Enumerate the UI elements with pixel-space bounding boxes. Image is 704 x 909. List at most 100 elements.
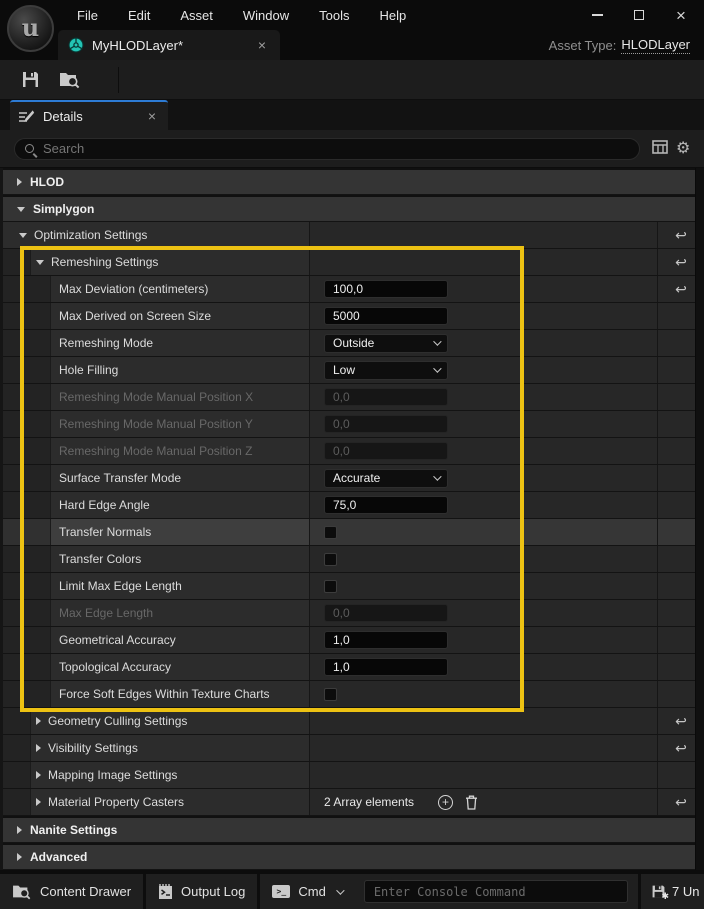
row-visibility-settings[interactable]: Visibility Settings↩: [3, 735, 704, 762]
chevron-down-icon[interactable]: [17, 207, 25, 212]
row-geometry-culling-settings[interactable]: Geometry Culling Settings↩: [3, 708, 704, 735]
max-deviation-reset-button[interactable]: ↩: [675, 282, 687, 296]
add-array-element-icon[interactable]: +: [438, 795, 453, 810]
optimization-settings-reset-button[interactable]: ↩: [675, 228, 687, 242]
category-label: Simplygon: [33, 202, 94, 216]
maximize-button[interactable]: [622, 2, 656, 28]
search-input[interactable]: [43, 141, 629, 156]
display-filter-icon[interactable]: [652, 140, 668, 157]
details-tab-close-icon[interactable]: ×: [144, 109, 160, 123]
content-drawer-button[interactable]: Content Drawer: [0, 874, 143, 909]
property-label: Surface Transfer Mode: [59, 471, 181, 485]
chevron-right-icon[interactable]: [36, 798, 41, 806]
row-optimization-settings[interactable]: Optimization Settings↩: [3, 222, 704, 249]
row-force-soft-edges-within-texture-charts[interactable]: Force Soft Edges Within Texture Charts: [3, 681, 704, 708]
chevron-right-icon[interactable]: [36, 744, 41, 752]
delete-array-icon[interactable]: [465, 795, 478, 810]
row-max-derived-on-screen-size[interactable]: Max Derived on Screen Size5000: [3, 303, 704, 330]
row-transfer-normals[interactable]: Transfer Normals: [3, 519, 704, 546]
row-limit-max-edge-length[interactable]: Limit Max Edge Length: [3, 573, 704, 600]
menu-tools[interactable]: Tools: [304, 8, 364, 23]
transfer-colors-checkbox[interactable]: [324, 553, 337, 566]
row-max-edge-length[interactable]: Max Edge Length0,0: [3, 600, 704, 627]
material-property-casters-reset-button[interactable]: ↩: [675, 795, 687, 809]
browse-to-asset-button[interactable]: [50, 63, 90, 97]
chevron-right-icon[interactable]: [36, 771, 41, 779]
remeshing-mode-manual-position-z-input[interactable]: 0,0: [324, 442, 448, 460]
asset-tab-close-icon[interactable]: ×: [254, 38, 270, 52]
minimize-button[interactable]: [580, 2, 614, 28]
chevron-right-icon[interactable]: [36, 717, 41, 725]
row-max-deviation[interactable]: Max Deviation (centimeters)100,0↩: [3, 276, 704, 303]
force-soft-edges-within-texture-charts-checkbox[interactable]: [324, 688, 337, 701]
row-mapping-image-settings[interactable]: Mapping Image Settings: [3, 762, 704, 789]
row-nanite-settings[interactable]: Nanite Settings: [3, 816, 704, 843]
asset-tab-myhlodlayer[interactable]: MyHLODLayer* ×: [58, 30, 280, 60]
property-label: Hard Edge Angle: [59, 498, 150, 512]
hard-edge-angle-input[interactable]: 75,0: [324, 496, 448, 514]
row-transfer-colors[interactable]: Transfer Colors: [3, 546, 704, 573]
chevron-right-icon[interactable]: [17, 826, 22, 834]
close-button[interactable]: ×: [664, 2, 698, 28]
row-hole-filling[interactable]: Hole FillingLow: [3, 357, 704, 384]
output-log-button[interactable]: Output Log: [146, 874, 257, 909]
row-hlod[interactable]: HLOD: [3, 168, 704, 195]
visibility-settings-reset-button[interactable]: ↩: [675, 741, 687, 755]
menu-asset[interactable]: Asset: [165, 8, 228, 23]
asset-type-value[interactable]: HLODLayer: [621, 37, 690, 54]
row-remeshing-mode-manual-position-x[interactable]: Remeshing Mode Manual Position X0,0: [3, 384, 704, 411]
unsaved-assets-status[interactable]: ✱ 7 Un: [638, 874, 704, 909]
row-topological-accuracy[interactable]: Topological Accuracy 1,0: [3, 654, 704, 681]
asset-tab-title: MyHLODLayer*: [92, 38, 254, 53]
row-material-property-casters[interactable]: Material Property Casters2 Array element…: [3, 789, 704, 816]
search-box[interactable]: [14, 138, 640, 160]
remeshing-settings-reset-button[interactable]: ↩: [675, 255, 687, 269]
limit-max-edge-length-checkbox[interactable]: [324, 580, 337, 593]
remeshing-mode-manual-position-y-input[interactable]: 0,0: [324, 415, 448, 433]
chevron-right-icon[interactable]: [17, 178, 22, 186]
menu-file[interactable]: File: [62, 8, 113, 23]
menu-help[interactable]: Help: [364, 8, 421, 23]
row-remeshing-mode-manual-position-z[interactable]: Remeshing Mode Manual Position Z0,0: [3, 438, 704, 465]
settings-gear-icon[interactable]: ⚙: [676, 141, 690, 157]
property-name-cell: Topological Accuracy: [3, 654, 310, 680]
row-surface-transfer-mode[interactable]: Surface Transfer Mode Accurate: [3, 465, 704, 492]
transfer-normals-checkbox[interactable]: [324, 526, 337, 539]
window-controls: ×: [580, 0, 698, 30]
remeshing-mode-manual-position-x-input[interactable]: 0,0: [324, 388, 448, 406]
vertical-scrollbar[interactable]: [695, 168, 704, 870]
geometry-culling-settings-reset-button[interactable]: ↩: [675, 714, 687, 728]
property-label: Topological Accuracy: [59, 660, 171, 674]
unreal-logo[interactable]: u: [7, 5, 54, 52]
property-label: Mapping Image Settings: [48, 768, 177, 782]
menu-window[interactable]: Window: [228, 8, 304, 23]
chevron-down-icon[interactable]: [36, 260, 44, 265]
max-edge-length-input[interactable]: 0,0: [324, 604, 448, 622]
hole-filling-dropdown[interactable]: Low: [324, 361, 448, 380]
details-property-list: HLODSimplygonOptimization Settings↩Remes…: [0, 168, 704, 870]
row-remeshing-settings[interactable]: Remeshing Settings↩: [3, 249, 704, 276]
surface-transfer-mode-dropdown[interactable]: Accurate: [324, 469, 448, 488]
row-advanced[interactable]: Advanced: [3, 843, 704, 870]
property-label: Transfer Colors: [59, 552, 141, 566]
panel-tab-bar: Details ×: [0, 100, 704, 130]
row-hard-edge-angle[interactable]: Hard Edge Angle 75,0: [3, 492, 704, 519]
property-value-cell: 0,0: [310, 438, 658, 464]
console-command-input[interactable]: [364, 880, 628, 903]
geometrical-accuracy-input[interactable]: 1,0: [324, 631, 448, 649]
save-button[interactable]: [10, 63, 50, 97]
topological-accuracy-input[interactable]: 1,0: [324, 658, 448, 676]
row-remeshing-mode-manual-position-y[interactable]: Remeshing Mode Manual Position Y0,0: [3, 411, 704, 438]
remeshing-mode-dropdown[interactable]: Outside: [324, 334, 448, 353]
row-remeshing-mode[interactable]: Remeshing ModeOutside: [3, 330, 704, 357]
row-geometrical-accuracy[interactable]: Geometrical Accuracy1,0: [3, 627, 704, 654]
property-value-cell: [310, 681, 658, 707]
max-deviation-input[interactable]: 100,0: [324, 280, 448, 298]
tab-details[interactable]: Details ×: [10, 100, 168, 130]
max-derived-on-screen-size-input[interactable]: 5000: [324, 307, 448, 325]
row-simplygon[interactable]: Simplygon: [3, 195, 704, 222]
cmd-selector[interactable]: >_ Cmd: [260, 874, 353, 909]
chevron-right-icon[interactable]: [17, 853, 22, 861]
chevron-down-icon[interactable]: [19, 233, 27, 238]
menu-edit[interactable]: Edit: [113, 8, 165, 23]
